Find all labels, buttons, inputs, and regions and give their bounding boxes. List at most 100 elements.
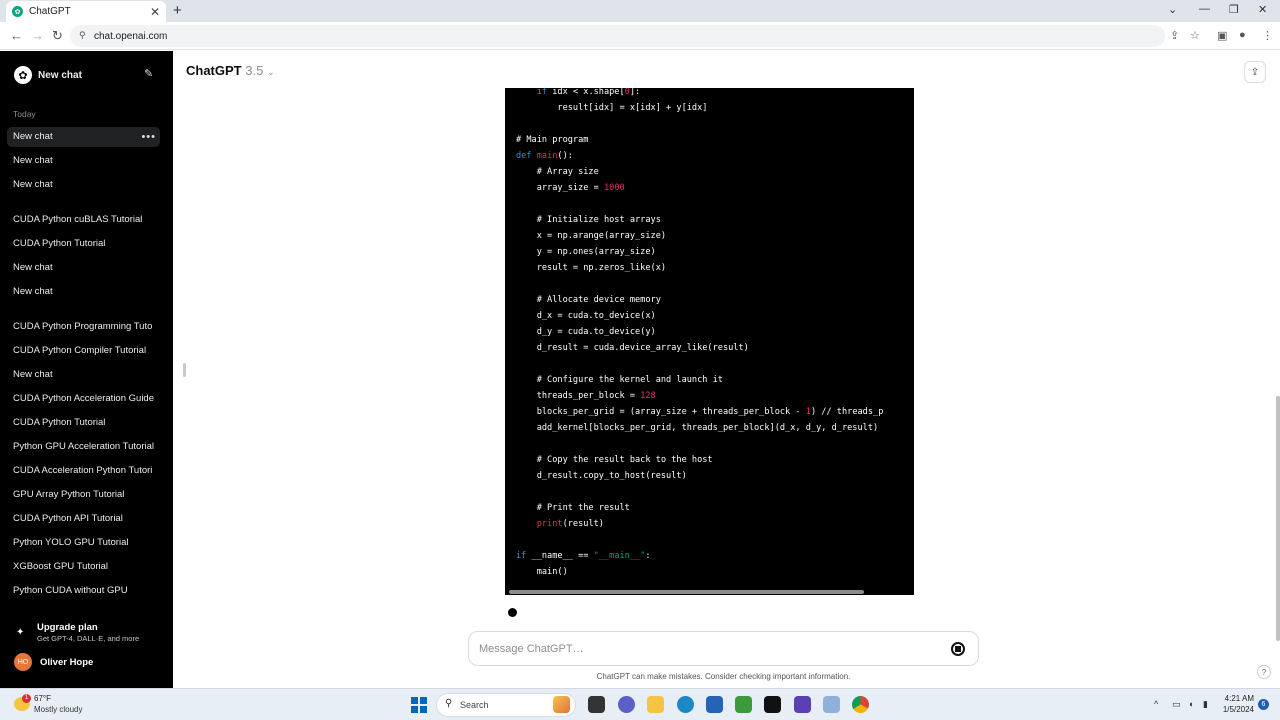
sidebar-chat-item[interactable]: New chat [7, 365, 160, 385]
tab-search-icon[interactable]: ⌄ [1168, 3, 1177, 16]
code-line: add_kernel[blocks_per_grid, threads_per_… [516, 423, 879, 433]
user-menu-button[interactable]: HO Oliver Hope [14, 653, 164, 671]
chatgpt-favicon-icon: ✿ [12, 6, 23, 17]
sidebar-chat-item[interactable]: CUDA Python Tutorial [7, 413, 160, 433]
sidebar-chat-item[interactable]: CUDA Acceleration Python Tutori [7, 461, 160, 481]
sidebar-chat-item[interactable]: New chat ••• [7, 127, 160, 147]
maximize-icon[interactable]: ❐ [1229, 3, 1239, 16]
sidebar-chat-item[interactable]: CUDA Python cuBLAS Tutorial [7, 210, 160, 230]
code-editor-icon[interactable] [794, 696, 811, 713]
terminal-app-icon[interactable] [764, 696, 781, 713]
file-explorer-icon[interactable] [647, 696, 664, 713]
widgets-app-icon[interactable] [553, 696, 570, 713]
new-chat-label: New chat [38, 69, 82, 81]
chat-title: CUDA Acceleration Python Tutori [13, 465, 153, 476]
task-view-icon[interactable] [588, 696, 605, 713]
more-options-icon[interactable]: ••• [141, 127, 156, 147]
share-page-icon[interactable]: ⇪ [1170, 29, 1179, 42]
close-tab-icon[interactable]: ✕ [150, 5, 160, 19]
sidebar-chat-item[interactable]: CUDA Python Tutorial [7, 234, 160, 254]
forward-icon[interactable]: → [31, 28, 44, 43]
code-line: # Allocate device memory [516, 295, 661, 305]
site-info-icon[interactable]: ⚲ [79, 30, 86, 41]
store-app-icon[interactable] [706, 696, 723, 713]
sidebar-chat-item[interactable]: Python YOLO GPU Tutorial [7, 533, 160, 553]
typing-indicator [508, 608, 517, 617]
chrome-browser-icon[interactable] [852, 696, 869, 713]
start-button[interactable] [411, 697, 427, 713]
sidebar-resize-handle[interactable] [183, 363, 186, 377]
sidebar-chat-item[interactable]: GPU Array Python Tutorial [7, 485, 160, 505]
remote-desktop-icon[interactable] [823, 696, 840, 713]
sidebar-chat-item[interactable]: CUDA Python API Tutorial [7, 509, 160, 529]
chat-app-icon[interactable] [618, 696, 635, 713]
chat-title: CUDA Python Programming Tuto [13, 321, 153, 332]
sidebar-chat-item[interactable]: Python CUDA without GPU [7, 581, 160, 601]
code-line: if idx < x.shape[0]: [516, 88, 641, 97]
code-horizontal-scrollbar[interactable] [509, 590, 864, 594]
upgrade-plan-button[interactable]: ✦ Upgrade plan Get GPT-4, DALL·E, and mo… [14, 622, 164, 644]
edge-browser-icon[interactable] [677, 696, 694, 713]
section-today-heading: Today [13, 109, 36, 119]
model-version: 3.5 [245, 63, 264, 78]
sidebar-chat-item[interactable]: New chat [7, 258, 160, 278]
reload-icon[interactable]: ↻ [52, 28, 63, 44]
spreadsheet-app-icon[interactable] [735, 696, 752, 713]
code-line: array_size = 1000 [516, 183, 625, 193]
browser-menu-icon[interactable]: ⋮ [1262, 29, 1273, 42]
sidebar-chat-item[interactable]: New chat [7, 151, 160, 171]
url-text: chat.openai.com [94, 30, 168, 42]
close-window-icon[interactable]: ✕ [1258, 3, 1267, 16]
sidebar-chat-item[interactable]: New chat [7, 282, 160, 302]
tray-overflow-icon[interactable]: ^ [1154, 699, 1158, 709]
model-name: ChatGPT [186, 63, 242, 78]
chat-title: CUDA Python Compiler Tutorial [13, 345, 147, 356]
profile-icon[interactable]: ● [1239, 29, 1246, 41]
browser-tab[interactable]: ✿ ChatGPT ✕ [6, 1, 166, 22]
search-icon: ⚲ [445, 698, 453, 709]
volume-icon[interactable]: ◖ [1188, 699, 1193, 709]
clock-time[interactable]: 4:21 AM [1218, 694, 1254, 703]
compose-icon[interactable]: ✎ [144, 67, 153, 80]
code-line: threads_per_block = 128 [516, 391, 656, 401]
chat-title: New chat [13, 179, 53, 190]
sidebar-chat-item[interactable]: CUDA Python Acceleration Guide [7, 389, 160, 409]
code-line: # Configure the kernel and launch it [516, 375, 723, 385]
battery-icon[interactable]: ▮ [1203, 699, 1208, 710]
code-line: y = np.ones(array_size) [516, 247, 656, 257]
code-line: d_result = cuda.device_array_like(result… [516, 343, 749, 353]
sparkle-icon: ✦ [16, 627, 25, 638]
chat-title: GPU Array Python Tutorial [13, 489, 125, 500]
back-icon[interactable]: ← [10, 28, 23, 43]
avatar: HO [14, 653, 32, 671]
network-icon[interactable]: ▭ [1172, 699, 1181, 710]
code-line: d_result.copy_to_host(result) [516, 471, 687, 481]
sidebar-chat-item[interactable]: Python GPU Acceleration Tutorial [7, 437, 160, 457]
stop-generating-button[interactable] [951, 642, 965, 656]
code-line: blocks_per_grid = (array_size + threads_… [516, 407, 884, 417]
notification-badge[interactable]: 6 [1258, 699, 1269, 710]
share-chat-button[interactable]: ⇪ [1244, 61, 1266, 83]
message-input[interactable] [479, 640, 919, 658]
weather-widget[interactable]: 1 67°F Mostly cloudy [14, 694, 114, 718]
sidebar-chat-item[interactable]: CUDA Python Compiler Tutorial [7, 341, 160, 361]
chevron-down-icon: ⌄ [266, 67, 275, 77]
code-line: d_y = cuda.to_device(y) [516, 327, 656, 337]
chat-title: New chat [13, 369, 53, 380]
sidebar-chat-item[interactable]: New chat [7, 175, 160, 195]
new-tab-icon[interactable]: + [173, 2, 182, 19]
bookmark-star-icon[interactable]: ☆ [1190, 29, 1200, 42]
sidebar-chat-item[interactable]: XGBoost GPU Tutorial [7, 557, 160, 577]
chat-title: Python CUDA without GPU [13, 585, 128, 596]
side-panel-icon[interactable]: ▣ [1217, 29, 1227, 42]
page-scrollbar[interactable] [1276, 396, 1280, 641]
clock-date[interactable]: 1/5/2024 [1218, 705, 1254, 714]
model-selector[interactable]: ChatGPT 3.5 ⌄ [186, 63, 275, 78]
sidebar-fade [0, 611, 173, 621]
new-chat-button[interactable]: ✿ New chat [14, 65, 160, 85]
help-button[interactable]: ? [1257, 665, 1271, 679]
sidebar-chat-item[interactable]: CUDA Python Programming Tuto [7, 317, 160, 337]
url-field[interactable]: ⚲ chat.openai.com [70, 25, 1165, 47]
minimize-icon[interactable]: — [1199, 3, 1210, 15]
weather-temp: 67°F [34, 694, 51, 703]
